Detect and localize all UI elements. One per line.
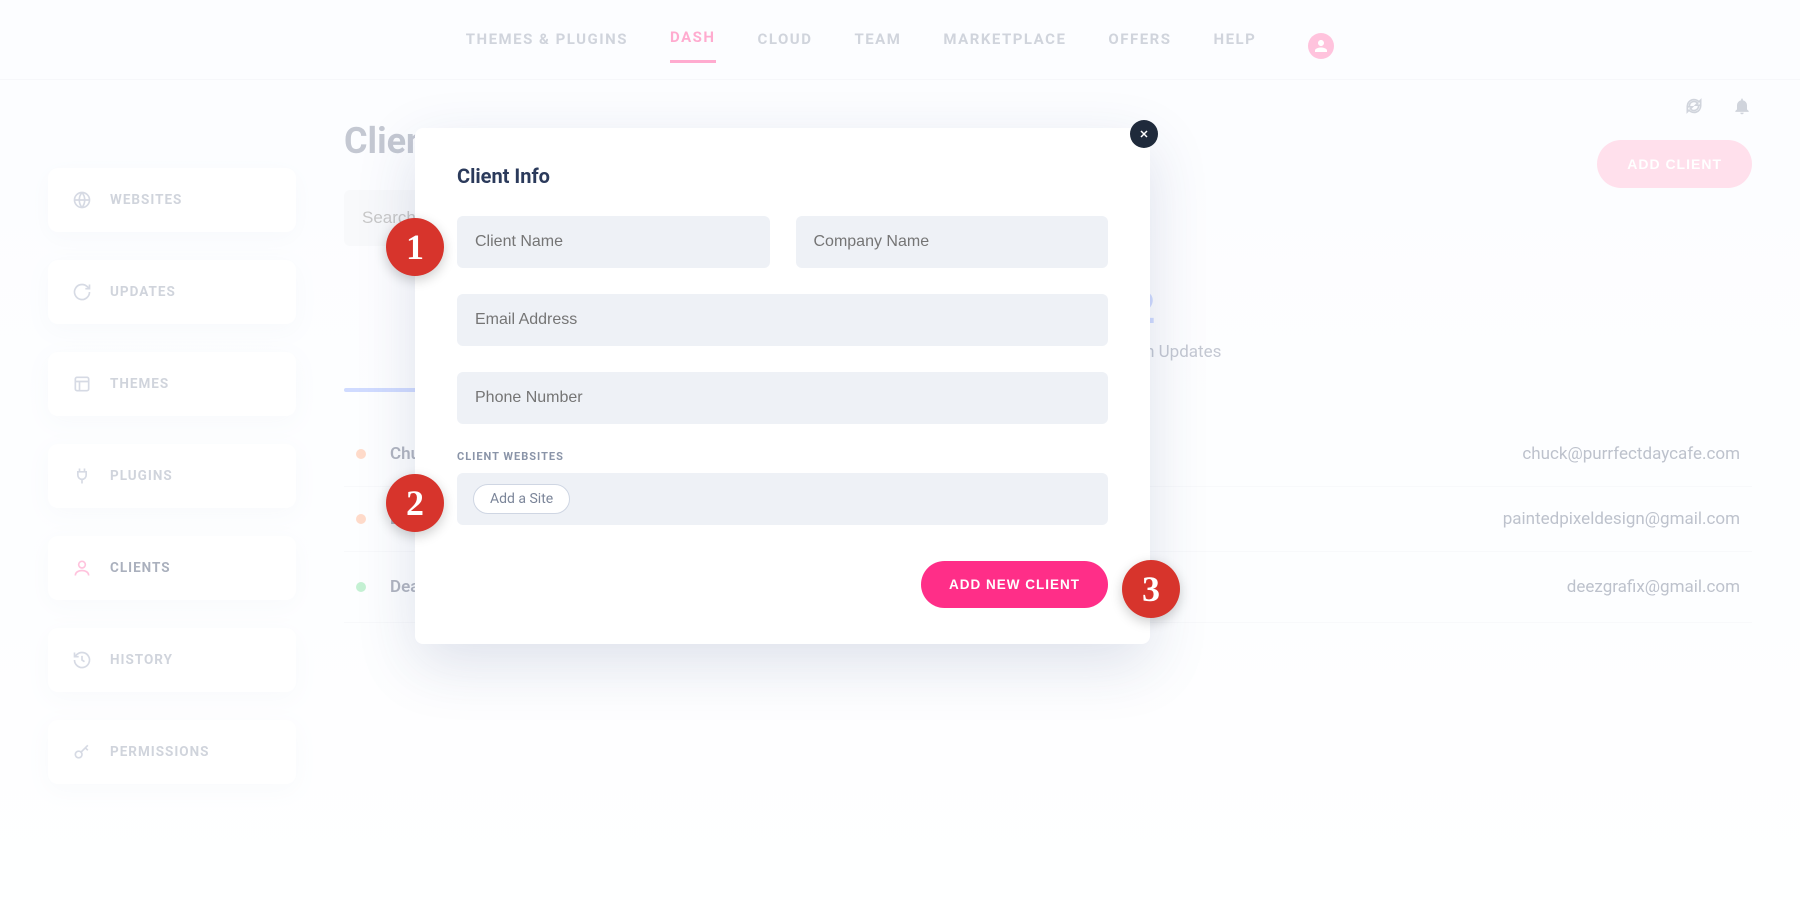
callout-badge-2: 2 [386, 474, 444, 532]
company-name-field[interactable] [796, 216, 1109, 268]
phone-input[interactable] [475, 389, 1090, 407]
company-name-input[interactable] [814, 233, 1091, 251]
modal-title: Client Info [457, 164, 1108, 188]
client-info-modal: Client Info CLIENT WEBSITES Add a Site A… [415, 128, 1150, 644]
client-name-input[interactable] [475, 233, 752, 251]
add-site-field[interactable]: Add a Site [457, 473, 1108, 525]
client-name-field[interactable] [457, 216, 770, 268]
email-input[interactable] [475, 311, 1090, 329]
callout-badge-3: 3 [1122, 560, 1180, 618]
add-new-client-button[interactable]: ADD NEW CLIENT [921, 561, 1108, 608]
modal-close-button[interactable] [1130, 120, 1158, 148]
add-site-chip[interactable]: Add a Site [473, 484, 570, 514]
phone-field[interactable] [457, 372, 1108, 424]
client-websites-label: CLIENT WEBSITES [457, 450, 1108, 463]
callout-badge-1: 1 [386, 218, 444, 276]
email-field[interactable] [457, 294, 1108, 346]
